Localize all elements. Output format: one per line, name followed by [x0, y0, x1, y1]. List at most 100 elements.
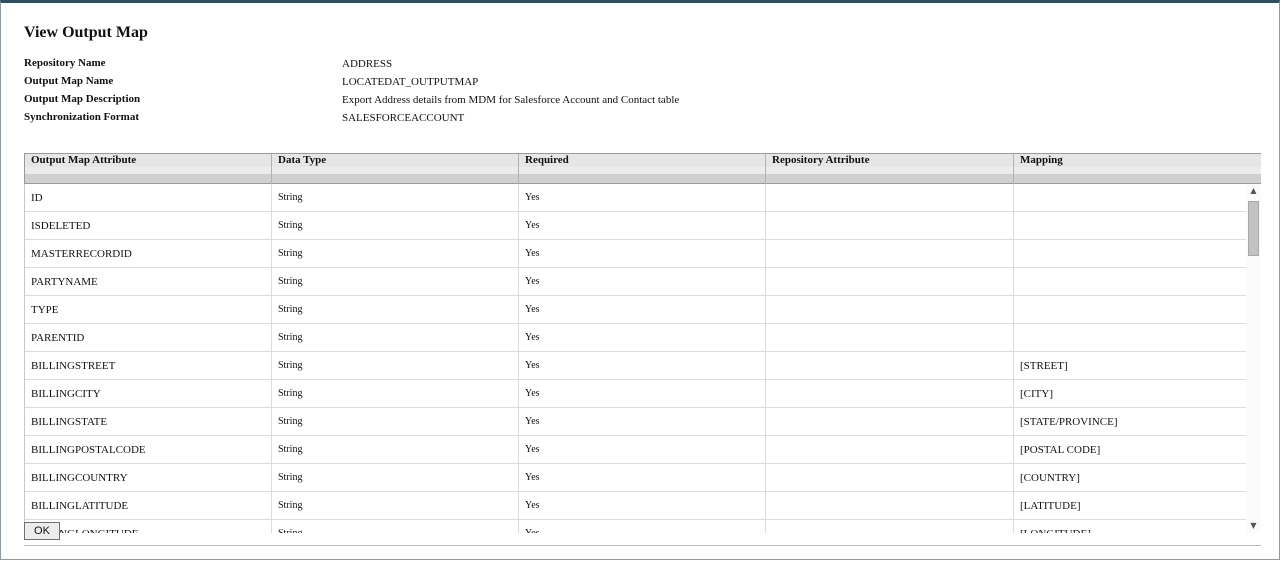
cell-repository-attribute [765, 184, 1014, 212]
cell-mapping: [STATE/PROVINCE] [1013, 408, 1246, 436]
column-header-data-type[interactable]: Data Type [271, 154, 519, 185]
cell-mapping [1013, 240, 1246, 268]
output-map-name-label: Output Map Name [24, 75, 114, 87]
cell-data-type: String [271, 240, 519, 268]
page-title: View Output Map [24, 24, 148, 41]
cell-required: Yes [518, 240, 766, 268]
table-row[interactable]: BILLINGSTREET String Yes [STREET] [24, 352, 1246, 380]
cell-output-map-attribute: ISDELETED [24, 212, 272, 240]
cell-required: Yes [518, 492, 766, 520]
table-row[interactable]: BILLINGCITY String Yes [CITY] [24, 380, 1246, 408]
table-row[interactable]: BILLINGPOSTALCODE String Yes [POSTAL CODE] [24, 436, 1246, 464]
cell-required: Yes [518, 268, 766, 296]
cell-output-map-attribute: BILLINGLONGITUDE [24, 520, 272, 533]
cell-repository-attribute [765, 380, 1014, 408]
cell-required: Yes [518, 352, 766, 380]
table-body[interactable]: ID String Yes ISDELETED String Yes MASTERRECOR… [24, 184, 1246, 533]
column-header-output-map-attribute[interactable]: Output Map Attribute [24, 154, 272, 185]
cell-required: Yes [518, 184, 766, 212]
output-map-description-label: Output Map Description [24, 93, 141, 105]
repository-name-value: ADDRESS [342, 58, 393, 70]
scroll-up-arrow-icon[interactable]: ▲ [1246, 184, 1261, 198]
table-row[interactable]: BILLINGLONGITUDEStringYes [LONGITUDE] [24, 520, 1246, 533]
ok-button[interactable]: OK [24, 522, 60, 540]
cell-output-map-attribute: TYPE [24, 296, 272, 324]
scrollbar-thumb[interactable] [1248, 201, 1259, 256]
cell-required: Yes [518, 296, 766, 324]
cell-repository-attribute [765, 520, 1014, 533]
synchronization-format-value: SALESFORCEACCOUNT [342, 112, 465, 124]
cell-mapping [1013, 268, 1246, 296]
cell-required: Yes [518, 408, 766, 436]
table-row[interactable]: ISDELETED String Yes [24, 212, 1246, 240]
cell-output-map-attribute: BILLINGSTREET [24, 352, 272, 380]
cell-repository-attribute [765, 240, 1014, 268]
cell-required: Yes [518, 324, 766, 352]
cell-mapping: [COUNTRY] [1013, 464, 1246, 492]
cell-data-type: String [271, 212, 519, 240]
cell-mapping: [LONGITUDE] [1013, 520, 1246, 533]
cell-mapping [1013, 212, 1246, 240]
cell-repository-attribute [765, 268, 1014, 296]
cell-data-type: String [271, 380, 519, 408]
cell-repository-attribute [765, 436, 1014, 464]
cell-required: Yes [518, 520, 766, 533]
output-map-table: Output Map Attribute Data Type Required … [24, 153, 1261, 546]
cell-repository-attribute [765, 324, 1014, 352]
cell-output-map-attribute: BILLINGPOSTALCODE [24, 436, 272, 464]
cell-data-type: String [271, 436, 519, 464]
cell-data-type: String [271, 520, 519, 533]
table-scrollbar[interactable]: ▲ ▼ [1246, 184, 1261, 533]
cell-output-map-attribute: BILLINGSTATE [24, 408, 272, 436]
cell-repository-attribute [765, 492, 1014, 520]
cell-required: Yes [518, 436, 766, 464]
table-row[interactable]: ID String Yes [24, 184, 1246, 212]
cell-output-map-attribute: PARTYNAME [24, 268, 272, 296]
table-row[interactable]: TYPE String Yes [24, 296, 1246, 324]
output-map-name-value: LOCATEDAT_OUTPUTMAP [342, 76, 479, 88]
cell-repository-attribute [765, 464, 1014, 492]
cell-mapping [1013, 324, 1246, 352]
cell-data-type: String [271, 352, 519, 380]
cell-mapping [1013, 296, 1246, 324]
cell-data-type: String [271, 184, 519, 212]
column-header-mapping[interactable]: Mapping [1013, 154, 1261, 185]
table-row[interactable]: BILLINGSTATE String Yes [STATE/PROVINCE] [24, 408, 1246, 436]
cell-required: Yes [518, 212, 766, 240]
cell-mapping: [LATITUDE] [1013, 492, 1246, 520]
cell-output-map-attribute: BILLINGLATITUDE [24, 492, 272, 520]
synchronization-format-label: Synchronization Format [24, 111, 139, 123]
table-header: Output Map Attribute Data Type Required … [24, 153, 1261, 185]
cell-required: Yes [518, 464, 766, 492]
cell-repository-attribute [765, 408, 1014, 436]
table-row[interactable]: BILLINGLATITUDE String Yes [LATITUDE] [24, 492, 1246, 520]
table-row[interactable]: BILLINGCOUNTRY String Yes [COUNTRY] [24, 464, 1246, 492]
cell-output-map-attribute: BILLINGCOUNTRY [24, 464, 272, 492]
cell-repository-attribute [765, 352, 1014, 380]
cell-data-type: String [271, 324, 519, 352]
cell-output-map-attribute: ID [24, 184, 272, 212]
cell-data-type: String [271, 268, 519, 296]
cell-mapping: [CITY] [1013, 380, 1246, 408]
cell-data-type: String [271, 464, 519, 492]
table-row[interactable]: PARENTID String Yes [24, 324, 1246, 352]
cell-repository-attribute [765, 296, 1014, 324]
cell-mapping: [STREET] [1013, 352, 1246, 380]
cell-mapping: [POSTAL CODE] [1013, 436, 1246, 464]
cell-output-map-attribute: PARENTID [24, 324, 272, 352]
cell-repository-attribute [765, 212, 1014, 240]
column-header-repository-attribute[interactable]: Repository Attribute [765, 154, 1014, 185]
cell-data-type: String [271, 492, 519, 520]
cell-mapping [1013, 184, 1246, 212]
output-map-description-value: Export Address details from MDM for Sale… [342, 94, 680, 106]
cell-data-type: String [271, 408, 519, 436]
cell-output-map-attribute: MASTERRECORDID [24, 240, 272, 268]
column-header-required[interactable]: Required [518, 154, 766, 185]
table-row[interactable]: PARTYNAME String Yes [24, 268, 1246, 296]
cell-required: Yes [518, 380, 766, 408]
cell-output-map-attribute: BILLINGCITY [24, 380, 272, 408]
cell-data-type: String [271, 296, 519, 324]
scroll-down-arrow-icon[interactable]: ▼ [1246, 519, 1261, 533]
table-row[interactable]: MASTERRECORDID String Yes [24, 240, 1246, 268]
repository-name-label: Repository Name [24, 57, 106, 69]
